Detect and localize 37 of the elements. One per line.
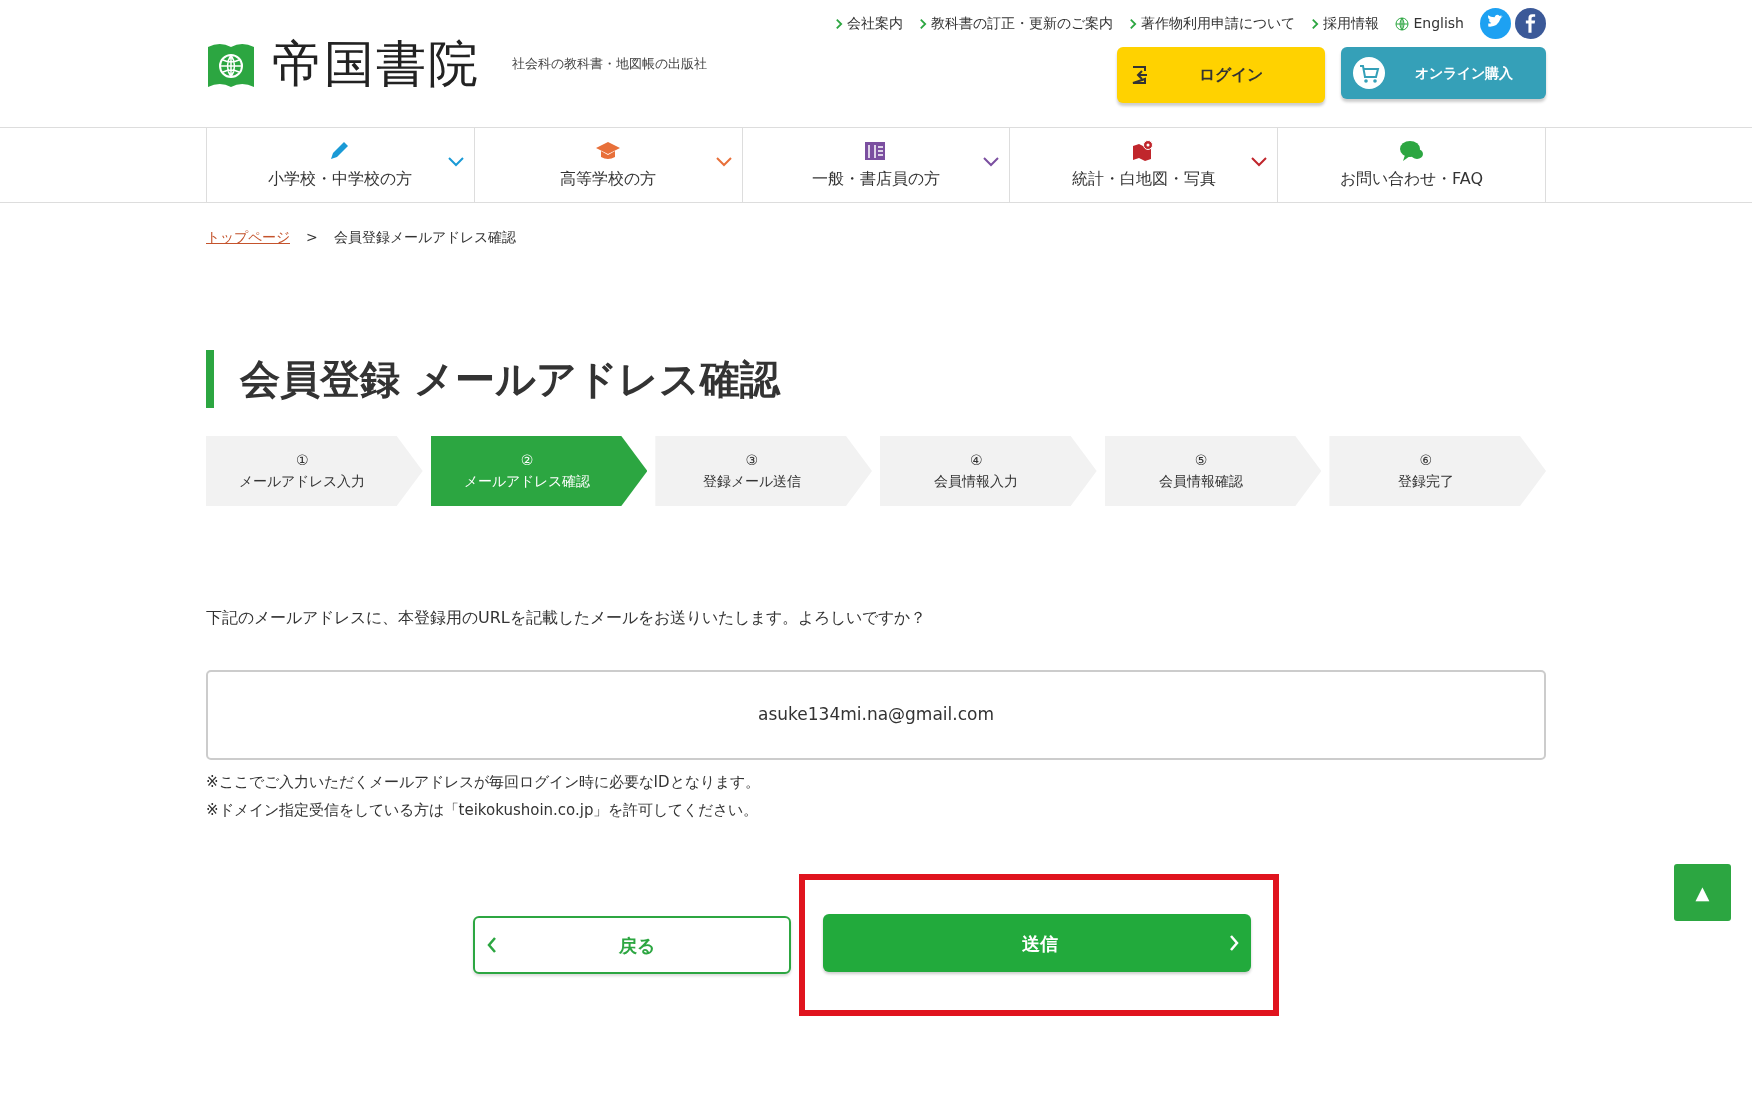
nav-menu-item[interactable]: お問い合わせ・FAQ xyxy=(1277,128,1546,202)
nav-menu-item[interactable]: 一般・書店員の方 xyxy=(741,128,1010,202)
chevron-icon xyxy=(919,17,928,30)
tagline: 社会科の教科書・地図帳の出版社 xyxy=(512,54,707,73)
top-link[interactable]: English xyxy=(1395,13,1464,34)
logo-text[interactable]: 帝国書院 xyxy=(272,38,480,89)
step-indicator: ③ 登録メール送信 xyxy=(655,436,872,506)
nav-menu-item[interactable]: 統計・白地図・写真 xyxy=(1009,128,1278,202)
email-display: asuke134mi.na@gmail.com xyxy=(206,670,1546,760)
chevron-icon xyxy=(1311,17,1320,30)
step-indicator: ④ 会員情報入力 xyxy=(880,436,1097,506)
login-button[interactable]: ログイン xyxy=(1117,47,1325,103)
chevron-icon xyxy=(1129,17,1138,30)
f-letter-icon[interactable] xyxy=(1515,8,1546,39)
chevron-right-icon xyxy=(1229,935,1239,951)
message-text: 下記のメールアドレスに、本登録用のURLを記載したメールをお送りいたします。よろしいですか？ xyxy=(206,607,927,629)
note-text: ※ドメイン指定受信をしている方は「teikokushoin.co.jp」を許可してください。 xyxy=(206,800,760,821)
breadcrumb-text: > xyxy=(306,228,318,247)
nav-menu-item[interactable]: 小学校・中学校の方 xyxy=(206,128,474,202)
top-link[interactable]: 著作物利用申請について xyxy=(1129,13,1296,34)
top-link[interactable]: 採用情報 xyxy=(1311,13,1380,34)
nav-menu-item[interactable]: 高等学校の方 xyxy=(473,128,742,202)
step-indicator: ⑤ 会員情報確認 xyxy=(1104,436,1322,506)
globe-icon xyxy=(1395,16,1410,31)
note-text: ※ここでご入力いただくメールアドレスが毎回ログイン時に必要なIDとなります。 xyxy=(206,772,761,793)
step-indicator: ⑥ 登録完了 xyxy=(1329,436,1547,506)
chevron-icon xyxy=(835,17,844,30)
top-link[interactable]: 会社案内 xyxy=(835,13,904,34)
breadcrumb-link[interactable]: トップページ xyxy=(206,227,290,248)
top-link[interactable]: 教科書の訂正・更新のご案内 xyxy=(919,13,1114,34)
breadcrumb-text: 会員登録メールアドレス確認 xyxy=(333,228,516,247)
bird-icon[interactable] xyxy=(1480,8,1511,39)
step-indicator: ① メールアドレス入力 xyxy=(206,436,423,506)
page-title: 会員登録 メールアドレス確認 xyxy=(206,350,1546,408)
chevron-left-icon xyxy=(487,937,497,953)
step-indicator: ② メールアドレス確認 xyxy=(430,436,648,506)
cart-icon xyxy=(1353,57,1385,89)
